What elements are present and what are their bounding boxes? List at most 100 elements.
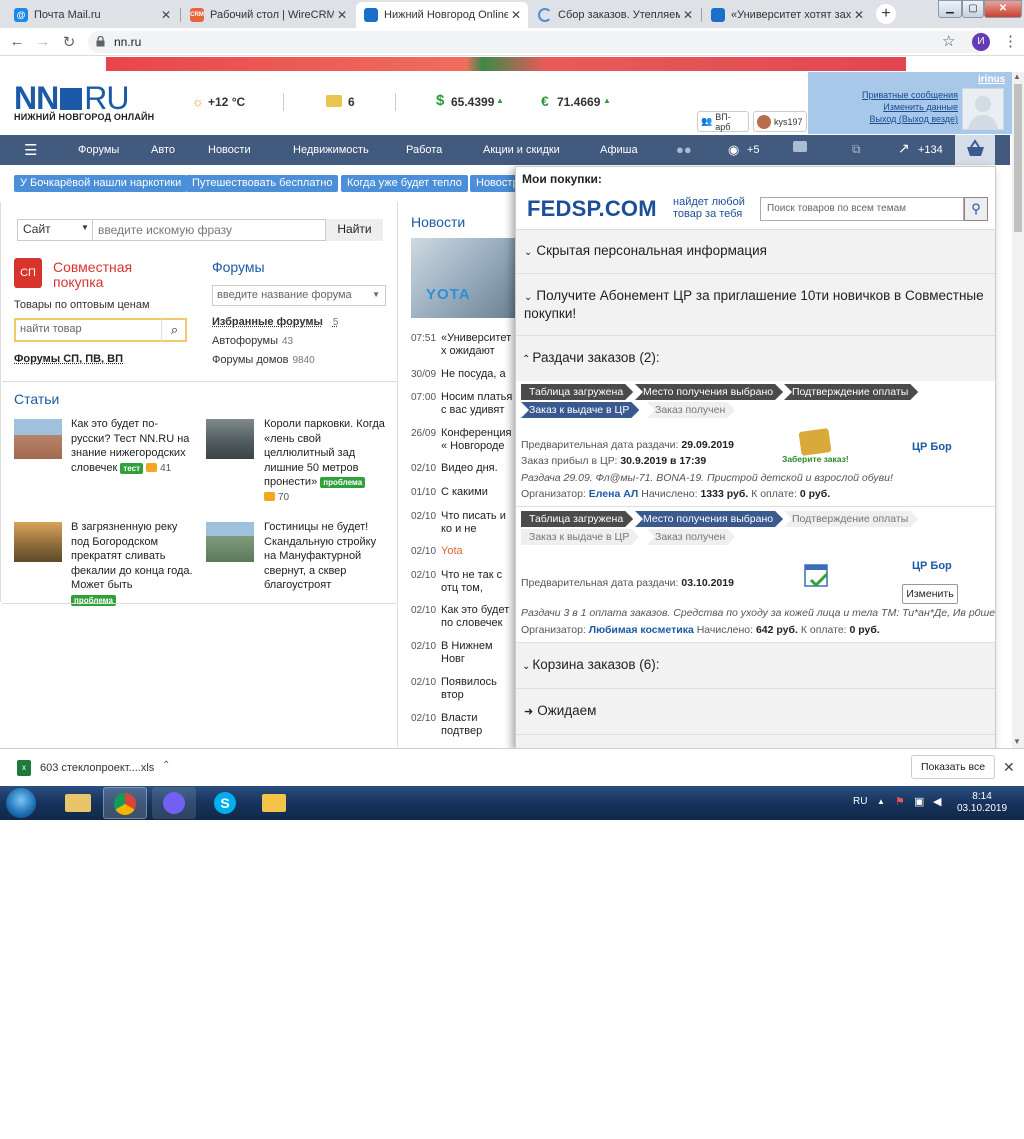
taskbar-skype[interactable]: S (204, 787, 248, 819)
pickup-point-link[interactable]: ЦР Бор (912, 441, 952, 453)
ad-banner[interactable] (106, 57, 906, 71)
nav-jobs[interactable]: Работа (406, 144, 442, 156)
tab-mail[interactable]: @ Почта Mail.ru ✕ (6, 2, 178, 28)
find-button[interactable]: Найти (325, 219, 383, 241)
tab-wirecrm[interactable]: CRM Рабочий стол | WireCRM ✕ (182, 2, 354, 28)
tray-expand-icon[interactable]: ▲ (877, 797, 885, 806)
site-logo[interactable]: NN RU (14, 82, 129, 114)
network-icon[interactable]: ▣ (914, 795, 924, 808)
maximize-button[interactable]: ▢ (962, 0, 984, 18)
news-item[interactable]: Конференция « Новгороде (441, 427, 515, 453)
articles-title[interactable]: Статьи (14, 391, 59, 407)
organizer-link[interactable]: Любимая косметика (589, 624, 694, 636)
edit-button[interactable]: Изменить (902, 584, 958, 604)
pickup-point-link[interactable]: ЦР Бор (912, 560, 952, 572)
news-title[interactable]: Новости (411, 214, 465, 230)
news-item[interactable]: С какими вещам (441, 486, 515, 499)
edit-profile-link[interactable]: Изменить данные (840, 102, 958, 112)
forum-favorites-link[interactable]: Избранные форумы 5 (212, 316, 338, 328)
user-avatar[interactable] (962, 88, 1004, 130)
back-icon[interactable]: ← (8, 33, 26, 50)
fedsp-search-input[interactable]: Поиск товаров по всем темам (760, 197, 964, 221)
eur-rate[interactable]: 71.4669 (557, 95, 600, 109)
article-item[interactable]: В загрязненную реку под Богородском прек… (71, 520, 196, 607)
nav-realty[interactable]: Недвижимость (293, 144, 369, 156)
tab-close-icon[interactable]: ✕ (158, 8, 174, 22)
forum-houses-link[interactable]: Форумы домов 9840 (212, 354, 315, 366)
bookmark-star-icon[interactable]: ☆ (942, 32, 955, 50)
section-waiting[interactable]: ➜ Ожидаем (516, 688, 995, 734)
new-tab-button[interactable]: + (876, 4, 896, 24)
search-scope-select[interactable]: Сайт ▼ (17, 219, 93, 241)
article-thumb[interactable] (206, 522, 254, 562)
nav-deals[interactable]: Акции и скидки (483, 144, 560, 156)
windows-icon[interactable]: ⧉ (852, 142, 861, 157)
fedsp-logo[interactable]: FEDSP.COM (527, 196, 657, 222)
weather-value[interactable]: +12 °C (208, 95, 245, 109)
flag-icon[interactable]: ⚑ (895, 795, 905, 808)
reload-icon[interactable]: ↻ (60, 33, 78, 51)
clock[interactable]: 8:14 03.10.2019 (957, 791, 1007, 815)
forum-auto-link[interactable]: Автофорумы 43 (212, 335, 293, 347)
close-icon[interactable]: ✕ (1003, 759, 1015, 776)
package-icon[interactable] (798, 428, 832, 456)
kys-chip[interactable]: kys197 (753, 111, 807, 132)
article-item[interactable]: Короли парковки. Когда «лень свой целлюл… (264, 417, 389, 505)
nav-auto[interactable]: Авто (151, 144, 175, 156)
hot-topic-chip[interactable]: Путешествовать бесплатно (186, 175, 339, 192)
volume-icon[interactable]: ◀ (933, 795, 941, 808)
chat-icon[interactable] (793, 141, 807, 152)
news-item[interactable]: Носим платья с вас удивят (441, 391, 515, 417)
site-search-input[interactable]: введите искомую фразу (98, 223, 232, 237)
taskbar-chrome[interactable] (103, 787, 147, 819)
forward-icon[interactable]: → (34, 33, 52, 50)
chevron-up-icon[interactable]: ⌃ (162, 760, 170, 771)
hamburger-icon[interactable]: ☰ (24, 141, 37, 159)
search-icon[interactable]: ⌕ (161, 318, 187, 342)
show-all-button[interactable]: Показать все (911, 755, 995, 779)
news-item[interactable]: Появилось втор наркотиками (441, 676, 515, 702)
news-item[interactable]: Видео дня. Пен (441, 462, 515, 475)
profile-avatar[interactable]: И (972, 33, 990, 51)
news-item[interactable]: «Университет х ожидают назнач (441, 332, 515, 358)
sp-forums-link[interactable]: Форумы СП, ПВ, ВП (14, 353, 123, 365)
section-hidden-info[interactable]: ⌄ Скрытая персональная информация (516, 229, 995, 273)
scroll-up-icon[interactable]: ▲ (1013, 72, 1021, 81)
news-item[interactable]: Yota запустила (441, 545, 515, 558)
news-image[interactable] (411, 238, 516, 318)
tab-orders[interactable]: Сбор заказов. Утепляемся. ✕ (530, 2, 700, 28)
logout-link[interactable]: Выход (Выход везде) (840, 114, 958, 124)
minimize-button[interactable]: ▁ (938, 0, 962, 18)
language-indicator[interactable]: RU (853, 796, 867, 807)
tab-close-icon[interactable]: ✕ (680, 8, 696, 22)
scrollbar-thumb[interactable] (1014, 84, 1022, 232)
views-count[interactable]: +5 (747, 144, 760, 156)
address-bar[interactable] (88, 31, 988, 53)
usd-rate[interactable]: 65.4399 (451, 95, 494, 109)
tab-close-icon[interactable]: ✕ (508, 8, 524, 22)
close-window-button[interactable]: ✕ (984, 0, 1022, 18)
news-item[interactable]: Не посуда, а зо (441, 368, 515, 381)
vp-chip[interactable]: 👥 ВП-арб (697, 111, 749, 132)
search-icon[interactable]: ⚲ (964, 197, 988, 221)
calendar-check-icon[interactable] (804, 562, 829, 588)
forum-select[interactable]: введите название форума ▼ (212, 285, 386, 306)
article-thumb[interactable] (206, 419, 254, 459)
organizer-link[interactable]: Елена АЛ (589, 488, 639, 500)
forums-title[interactable]: Форумы (212, 259, 265, 275)
people-icon[interactable]: ●● (676, 142, 692, 157)
tab-close-icon[interactable]: ✕ (851, 8, 867, 22)
hot-topic-chip[interactable]: Когда уже будет тепло (341, 175, 468, 192)
scroll-down-icon[interactable]: ▼ (1013, 737, 1021, 746)
sp-title[interactable]: Совместная покупка (53, 260, 163, 290)
taskbar-mail[interactable] (252, 787, 296, 819)
tab-university[interactable]: «Университет хотят захватит ✕ (703, 2, 871, 28)
start-button[interactable] (6, 788, 36, 818)
article-item[interactable]: Гостиницы не будет! Скандальную стройку … (264, 520, 389, 593)
eye-icon[interactable]: ◉ (728, 142, 739, 158)
sp-search-input[interactable]: найти товар (20, 323, 82, 335)
article-thumb[interactable] (14, 419, 62, 459)
menu-dots-icon[interactable]: ⋮ (1003, 32, 1018, 50)
trend-arrow-icon[interactable]: ↗ (898, 140, 910, 157)
article-item[interactable]: Как это будет по-русски? Тест NN.RU на з… (71, 417, 196, 476)
